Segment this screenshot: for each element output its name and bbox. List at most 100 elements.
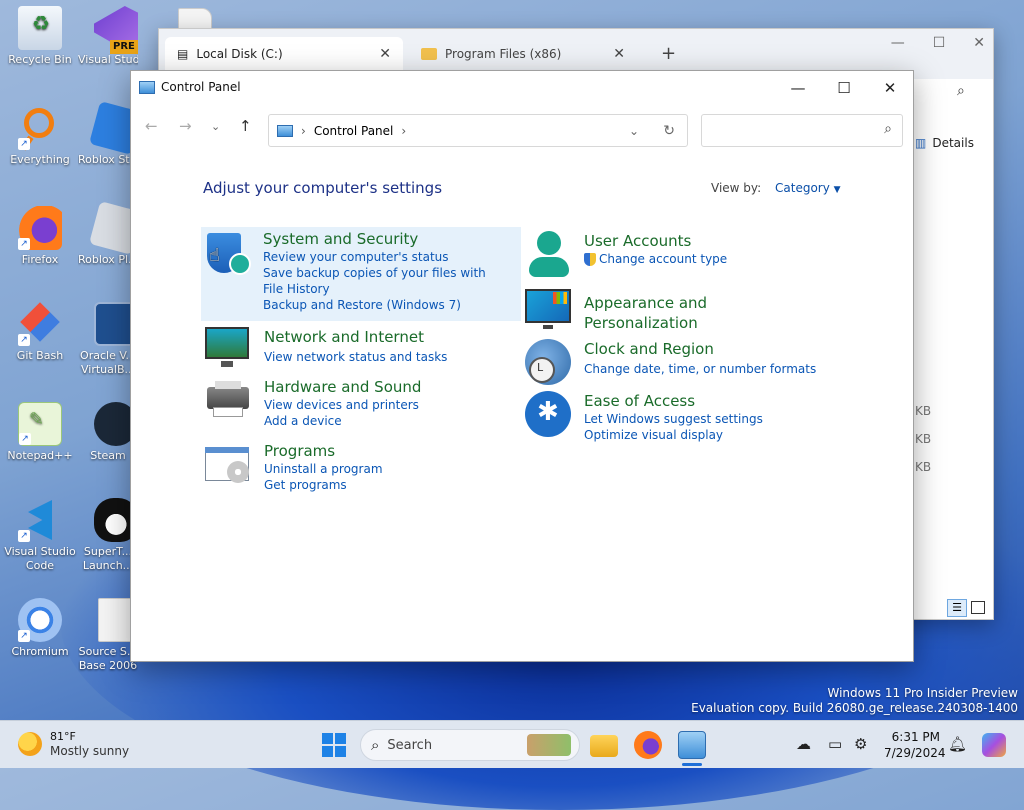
tab-program-files[interactable]: Program Files (x86) ✕ — [409, 37, 637, 71]
tiles-view-toggle[interactable] — [971, 601, 985, 614]
recycle-bin-icon: ♻ — [18, 6, 62, 50]
desktop-icon-label: Source S... Base 2006 — [78, 645, 138, 672]
desktop-icon-everything[interactable]: ↗ Everything — [2, 106, 78, 167]
desktop-icon-label: Everything — [10, 153, 70, 166]
desktop-icon-recycle-bin[interactable]: ♻ Recycle Bin — [2, 6, 78, 67]
category-text: Network and Internet View network status… — [264, 327, 504, 365]
desktop-icon-label: Notepad++ — [7, 449, 73, 462]
link-review-status[interactable]: Review your computer's status — [263, 249, 503, 265]
tab-local-disk[interactable]: ▤ Local Disk (C:) ✕ — [165, 37, 403, 71]
maximize-icon[interactable]: ☐ — [821, 75, 867, 101]
category-text: User Accounts Change account type — [584, 231, 824, 267]
desktop-icon-visual-studio[interactable]: PRE Visual Studio 2022 Pre... — [78, 6, 154, 67]
category-title[interactable]: Programs — [264, 441, 504, 461]
close-icon[interactable]: ✕ — [867, 75, 913, 101]
maximize-icon[interactable]: ☐ — [933, 35, 946, 51]
refresh-icon[interactable]: ↻ — [663, 123, 675, 139]
desktop-icon-chromium[interactable]: ↗ Chromium — [2, 598, 78, 659]
accessibility-icon: ✱ — [525, 391, 571, 437]
link-add-device[interactable]: Add a device — [264, 413, 504, 429]
weather-widget[interactable]: 81°F Mostly sunny — [18, 729, 129, 759]
desktop-icon-notepad[interactable]: ✎ ↗ Notepad++ — [2, 402, 78, 463]
category-title[interactable]: System and Security — [263, 229, 503, 249]
desktop-icon-git-bash[interactable]: ↗ Git Bash — [2, 302, 78, 363]
search-input[interactable]: ⌕ — [701, 114, 903, 147]
recent-locations-icon[interactable]: ⌄ — [211, 120, 220, 133]
clock[interactable]: 6:31 PM 7/29/2024 — [884, 729, 946, 761]
address-bar[interactable]: › Control Panel › ⌄ ↻ — [268, 114, 688, 147]
category-system-security[interactable]: System and Security Review your computer… — [201, 227, 521, 321]
copilot-icon[interactable] — [982, 733, 1006, 757]
category-programs[interactable]: Programs Uninstall a program Get program… — [205, 441, 505, 493]
category-text: System and Security Review your computer… — [263, 229, 503, 313]
desktop-icon-label: Recycle Bin — [8, 53, 72, 66]
breadcrumb[interactable]: Control Panel — [314, 124, 394, 138]
minimize-icon[interactable]: — — [891, 35, 905, 51]
category-hardware-sound[interactable]: Hardware and Sound View devices and prin… — [205, 377, 505, 429]
link-uninstall-program[interactable]: Uninstall a program — [264, 461, 504, 477]
view-by-dropdown[interactable]: Category ▼ — [775, 181, 841, 195]
chevron-down-icon[interactable]: ⌄ — [629, 124, 639, 138]
details-view-toggle[interactable]: ☰ — [947, 599, 967, 617]
category-title[interactable]: Ease of Access — [584, 391, 824, 411]
clock-time: 6:31 PM — [891, 730, 940, 744]
network-icon[interactable]: ⚙ — [854, 735, 867, 753]
link-devices-printers[interactable]: View devices and printers — [264, 397, 504, 413]
network-globe-icon — [205, 327, 251, 373]
search-icon[interactable]: ⌕ — [957, 83, 965, 99]
control-panel-window[interactable]: Control Panel — ☐ ✕ ← → ⌄ ↑ › Control Pa… — [130, 70, 914, 662]
category-text: Programs Uninstall a program Get program… — [264, 441, 504, 493]
category-network-internet[interactable]: Network and Internet View network status… — [205, 327, 505, 373]
file-explorer-taskbar-icon[interactable] — [590, 735, 618, 757]
category-text: Ease of Access Let Windows suggest setti… — [584, 391, 824, 443]
category-title[interactable]: Hardware and Sound — [264, 377, 504, 397]
window-title: Control Panel — [161, 80, 241, 94]
link-backup-restore[interactable]: Backup and Restore (Windows 7) — [263, 297, 503, 313]
link-change-date-time[interactable]: Change date, time, or number formats — [584, 361, 824, 377]
category-title[interactable]: User Accounts — [584, 231, 824, 251]
chevron-right-icon[interactable]: › — [401, 124, 406, 138]
category-title[interactable]: Clock and Region — [584, 339, 824, 359]
category-title[interactable]: Appearance and Personalization — [584, 293, 824, 333]
details-button[interactable]: ▥ Details — [915, 136, 974, 150]
link-network-status[interactable]: View network status and tasks — [264, 349, 504, 365]
firefox-taskbar-icon[interactable] — [634, 731, 662, 759]
page-title: Adjust your computer's settings — [203, 179, 443, 197]
category-user-accounts[interactable]: User Accounts Change account type — [525, 231, 845, 281]
start-button[interactable] — [322, 733, 346, 757]
taskbar-search[interactable]: ⌕ Search — [360, 729, 580, 761]
clock-date: 7/29/2024 — [884, 746, 946, 760]
category-clock-region[interactable]: L Clock and Region Change date, time, or… — [525, 339, 845, 389]
category-title[interactable]: Network and Internet — [264, 327, 504, 347]
evaluation-watermark: Windows 11 Pro Insider Preview Evaluatio… — [691, 686, 1018, 716]
new-tab-button[interactable]: + — [661, 43, 676, 64]
cloud-offline-icon[interactable]: ☁ — [796, 735, 811, 753]
close-icon[interactable]: ✕ — [973, 35, 985, 51]
close-tab-icon[interactable]: ✕ — [613, 46, 625, 62]
active-app-indicator — [682, 763, 702, 766]
up-arrow-icon[interactable]: ↑ — [239, 117, 252, 135]
desktop-icon-vscode[interactable]: ↗ Visual Studio Code — [2, 498, 78, 573]
link-suggest-settings[interactable]: Let Windows suggest settings — [584, 411, 824, 427]
control-panel-taskbar-icon[interactable] — [678, 731, 706, 759]
desktop-icon-label: SuperT... Launch... — [82, 545, 134, 572]
desktop-icon-firefox[interactable]: ↗ Firefox — [2, 206, 78, 267]
category-appearance[interactable]: Appearance and Personalization — [525, 289, 845, 332]
minimize-icon[interactable]: — — [775, 75, 821, 101]
watermark-line: Evaluation copy. Build 26080.ge_release.… — [691, 701, 1018, 715]
desktop-icon-label: Chromium — [11, 645, 69, 658]
link-get-programs[interactable]: Get programs — [264, 477, 504, 493]
display-monitor-icon — [525, 289, 571, 335]
category-ease-of-access[interactable]: ✱ Ease of Access Let Windows suggest set… — [525, 391, 845, 443]
forward-arrow-icon[interactable]: → — [179, 117, 192, 135]
link-file-history[interactable]: Save backup copies of your files with Fi… — [263, 265, 503, 297]
close-tab-icon[interactable]: ✕ — [379, 46, 391, 62]
notification-bell-icon[interactable]: 🔔︎ — [948, 735, 967, 753]
back-arrow-icon[interactable]: ← — [145, 117, 158, 135]
link-optimize-display[interactable]: Optimize visual display — [584, 427, 824, 443]
display-icon[interactable]: ▭ — [828, 735, 842, 753]
window-controls: — ☐ ✕ — [775, 75, 913, 101]
desktop-icon-label: Oracle V... VirtualB... — [80, 349, 136, 376]
pre-badge: PRE — [110, 40, 138, 54]
link-change-account-type[interactable]: Change account type — [599, 251, 727, 267]
